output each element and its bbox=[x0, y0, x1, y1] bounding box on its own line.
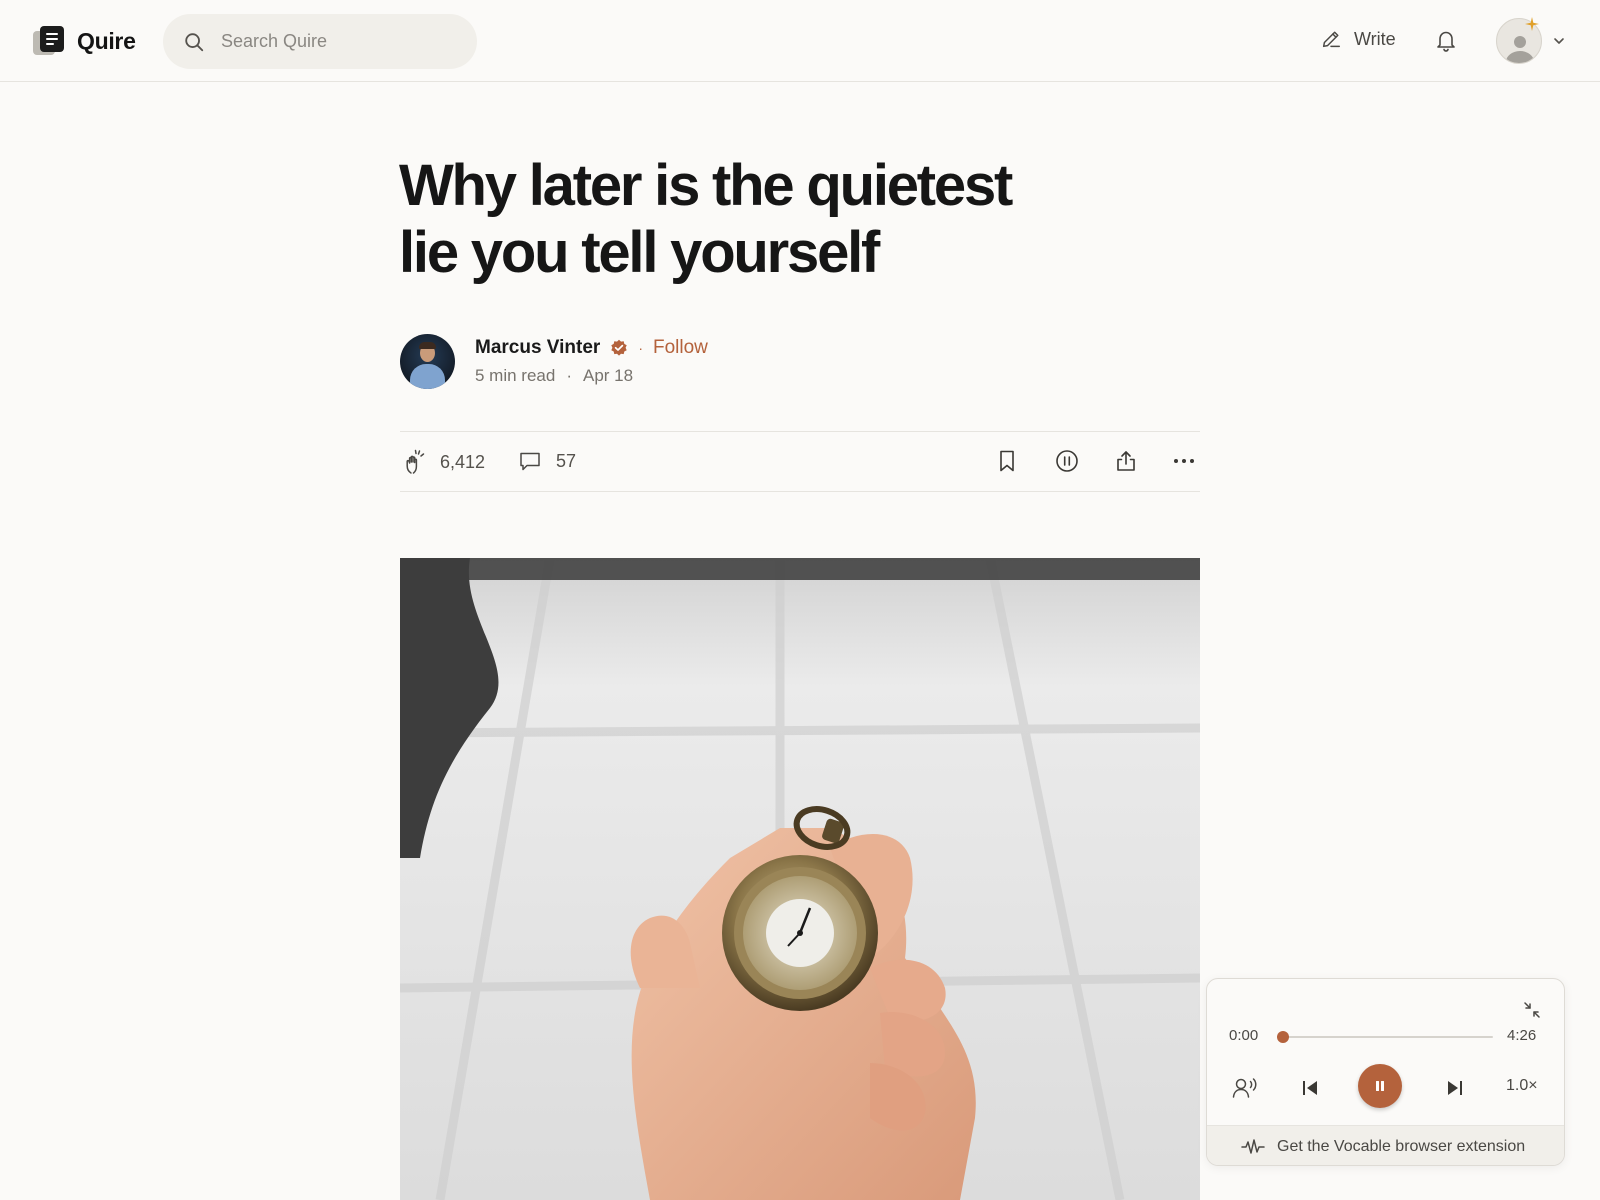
total-duration: 4:26 bbox=[1507, 1027, 1537, 1044]
audio-player: 0:00 4:26 1.0× Get the Vocable browser e… bbox=[1206, 978, 1565, 1166]
separator-dot: · bbox=[566, 366, 572, 385]
search-bar[interactable] bbox=[163, 14, 477, 69]
brand-name: Quire bbox=[77, 27, 136, 54]
collapse-player-icon[interactable] bbox=[1521, 999, 1543, 1021]
waveform-icon bbox=[1241, 1138, 1265, 1154]
comments-button[interactable]: 57 bbox=[518, 449, 576, 473]
clap-count: 6,412 bbox=[440, 451, 486, 472]
verified-badge-icon bbox=[611, 339, 628, 356]
skip-forward-icon[interactable] bbox=[1444, 1077, 1466, 1099]
current-time: 0:00 bbox=[1229, 1027, 1259, 1044]
share-icon[interactable] bbox=[1113, 448, 1139, 474]
follow-button[interactable]: Follow bbox=[653, 337, 708, 359]
pocket-watch-photo bbox=[400, 558, 1200, 1200]
pause-icon bbox=[1376, 1081, 1384, 1091]
playback-speed[interactable]: 1.0× bbox=[1506, 1077, 1538, 1095]
bookmark-icon[interactable] bbox=[994, 448, 1020, 474]
write-label: Write bbox=[1354, 28, 1396, 49]
sparkle-icon bbox=[1525, 17, 1539, 31]
playback-progress-slider[interactable] bbox=[1277, 1031, 1493, 1043]
search-icon bbox=[185, 32, 204, 51]
progress-knob[interactable] bbox=[1277, 1031, 1289, 1043]
article-title: Why later is the quietest lie you tell y… bbox=[399, 153, 1013, 285]
comment-bubble-icon bbox=[520, 452, 540, 471]
author-line: Marcus Vinter · Follow bbox=[475, 337, 708, 359]
listen-pause-icon[interactable] bbox=[1054, 448, 1080, 474]
clap-hand-icon bbox=[406, 449, 425, 474]
notifications-bell-icon[interactable] bbox=[1434, 28, 1458, 54]
read-time: 5 min read bbox=[475, 366, 556, 385]
pencil-icon bbox=[1322, 31, 1340, 48]
author-name[interactable]: Marcus Vinter bbox=[475, 337, 600, 359]
more-options-icon[interactable] bbox=[1171, 448, 1197, 474]
quire-logo-icon bbox=[33, 25, 65, 57]
author-avatar[interactable] bbox=[400, 334, 455, 389]
separator-dot: · bbox=[638, 340, 643, 356]
skip-back-icon[interactable] bbox=[1299, 1077, 1321, 1099]
article-action-bar: 6,412 57 bbox=[400, 431, 1200, 492]
publish-date: Apr 18 bbox=[583, 366, 634, 385]
search-input[interactable] bbox=[221, 31, 451, 52]
article-meta: 5 min read · Apr 18 bbox=[475, 366, 633, 386]
comment-count: 57 bbox=[556, 450, 577, 471]
chevron-down-icon bbox=[1554, 38, 1564, 44]
voice-select-icon[interactable] bbox=[1231, 1075, 1259, 1101]
write-button[interactable]: Write bbox=[1320, 28, 1396, 50]
article-hero-image bbox=[400, 558, 1200, 1200]
extension-promo-text: Get the Vocable browser extension bbox=[1277, 1137, 1526, 1155]
browser-extension-promo[interactable]: Get the Vocable browser extension bbox=[1207, 1125, 1564, 1165]
top-navigation-bar: Quire Write bbox=[0, 0, 1600, 82]
pause-button[interactable] bbox=[1358, 1064, 1402, 1108]
clap-button[interactable]: 6,412 bbox=[404, 449, 485, 475]
quire-logo[interactable]: Quire bbox=[33, 25, 136, 57]
